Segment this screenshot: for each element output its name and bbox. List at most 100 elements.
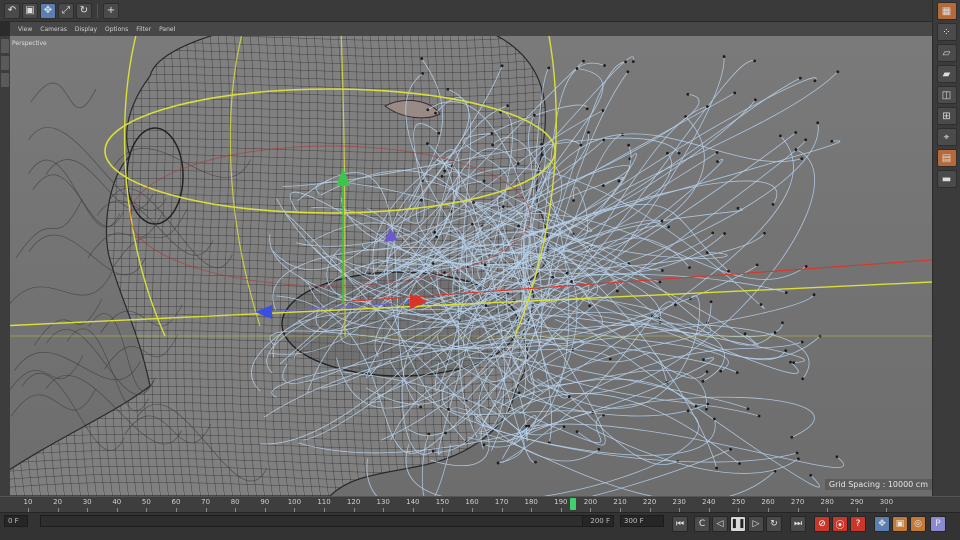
polygons-mode-icon[interactable]: ▰: [936, 65, 957, 83]
viewport-menu-bar: View Cameras Display Options Filter Pane…: [10, 22, 932, 36]
timeline-ruler[interactable]: 10 20 30 40 50 60 70 80 90 100 110 120 130 140 150 160 1…: [0, 496, 960, 512]
key-rotation-icon[interactable]: ◎: [910, 516, 926, 532]
hair-tip: [482, 443, 486, 447]
move-tool-icon[interactable]: ✥: [40, 2, 56, 19]
timeline-tick-label: 180: [524, 498, 538, 506]
hair-tip: [736, 206, 740, 210]
points-mode-icon[interactable]: ⁘: [936, 23, 957, 41]
record-icon[interactable]: ⊘: [814, 516, 830, 532]
timeline-tick-label: 270: [790, 498, 805, 506]
hair-tip: [437, 131, 441, 135]
rotate-tool-icon[interactable]: ↻: [76, 2, 92, 19]
hair-tip: [801, 377, 805, 381]
hair-tip: [784, 291, 788, 295]
menu-item-display[interactable]: Display: [75, 26, 97, 33]
hair-tip: [789, 360, 792, 364]
grid-icon[interactable]: ▤: [936, 149, 957, 167]
key-param-icon[interactable]: P: [930, 516, 946, 532]
hair-tip: [603, 64, 606, 67]
start-frame-field[interactable]: 0 F: [4, 515, 28, 527]
hair-tip: [426, 142, 429, 145]
hair-tip: [570, 280, 573, 283]
timeline-tick-label: 290: [850, 498, 864, 506]
hair-tip: [674, 303, 677, 307]
menu-item-panel[interactable]: Panel: [159, 26, 175, 33]
timeline-tick-label: 280: [820, 498, 834, 506]
scale-tool-icon[interactable]: ⤢: [58, 2, 74, 19]
hair-tip: [784, 349, 788, 353]
menu-item-view[interactable]: View: [18, 26, 32, 33]
pause-icon[interactable]: ❚❚: [730, 516, 746, 532]
hair-tip: [602, 138, 606, 142]
frame-range-slider[interactable]: [40, 515, 610, 527]
undo-icon[interactable]: ↶: [4, 2, 20, 19]
hair-tip: [615, 289, 619, 293]
timeline-tick-label: 60: [171, 498, 181, 506]
timeline-tick-label: 80: [230, 498, 240, 506]
lock-icon[interactable]: ▬: [936, 170, 957, 188]
render-icon[interactable]: ▣: [22, 2, 38, 19]
uv-mode-icon[interactable]: ◫: [936, 86, 957, 104]
right-tool-palette: ▦ ⁘ ▱ ▰ ◫ ⊞ ⌖ ▤ ▬: [932, 0, 960, 496]
hair-tip: [443, 169, 447, 173]
background-strand: [4, 271, 113, 311]
hair-tip: [435, 235, 438, 239]
toolbar-divider: [97, 3, 98, 18]
hair-tip: [688, 266, 691, 269]
hair-tip: [626, 70, 630, 74]
hair-tip: [804, 138, 808, 142]
go-start-icon[interactable]: ⏮: [672, 516, 688, 532]
key-position-icon[interactable]: ✥: [874, 516, 890, 532]
hair-tip: [738, 462, 741, 465]
hair-tip: [517, 224, 520, 228]
go-end-icon[interactable]: ⏭: [790, 516, 806, 532]
play-forward-icon[interactable]: ▷: [748, 516, 764, 532]
left-tool-button[interactable]: [1, 56, 9, 70]
autokey-icon[interactable]: ⦿: [832, 516, 848, 532]
texture-mode-icon[interactable]: ▦: [936, 2, 957, 20]
hair-tip: [753, 59, 757, 63]
hair-tip: [702, 358, 705, 361]
timeline-tick-label: 120: [346, 498, 361, 506]
hair-tip: [795, 451, 799, 455]
add-object-icon[interactable]: +: [103, 2, 119, 19]
hair-tip: [660, 269, 664, 272]
3d-viewport[interactable]: Perspective Grid Spacing : 10000 cm: [0, 36, 932, 496]
timeline-tick-label: 170: [494, 498, 509, 506]
hair-tip: [812, 293, 816, 297]
hair-tip: [575, 430, 579, 433]
play-back-icon[interactable]: ◁: [712, 516, 728, 532]
menu-item-options[interactable]: Options: [105, 26, 128, 33]
left-tool-button[interactable]: [1, 39, 9, 53]
hair-tip: [501, 205, 505, 209]
edges-mode-icon[interactable]: ▱: [936, 44, 957, 62]
left-tool-button[interactable]: [1, 73, 9, 87]
playhead[interactable]: [570, 498, 576, 510]
keyframe-help-icon[interactable]: ?: [850, 516, 866, 532]
hair-tip: [753, 98, 757, 102]
wireframe-scene[interactable]: [0, 36, 932, 496]
hair-tip: [532, 113, 536, 117]
end-frame-field[interactable]: 300 F: [620, 515, 664, 527]
hair-tip: [794, 131, 798, 134]
key-scale-icon[interactable]: ▣: [892, 516, 908, 532]
step-back-icon[interactable]: C: [694, 516, 710, 532]
menu-item-filter[interactable]: Filter: [136, 26, 151, 33]
timeline-tick-label: 70: [201, 498, 211, 506]
mesh-line: [63, 36, 75, 496]
hair-tip: [565, 271, 569, 275]
hair-tip: [491, 143, 495, 147]
hair-tip: [677, 151, 681, 155]
hair-tip: [434, 111, 437, 115]
timeline-tick-label: 110: [317, 498, 331, 506]
snap-icon[interactable]: ⌖: [936, 128, 957, 146]
menu-item-cameras[interactable]: Cameras: [40, 26, 67, 33]
loop-icon[interactable]: ↻: [766, 516, 782, 532]
hair-guide: [520, 378, 697, 407]
current-frame-field[interactable]: 200 F: [582, 515, 614, 527]
timeline-tick-label: 40: [112, 498, 122, 506]
hair-tip: [723, 232, 726, 235]
hair-tip: [431, 262, 435, 266]
hair-tip: [735, 371, 739, 375]
workplane-icon[interactable]: ⊞: [936, 107, 957, 125]
